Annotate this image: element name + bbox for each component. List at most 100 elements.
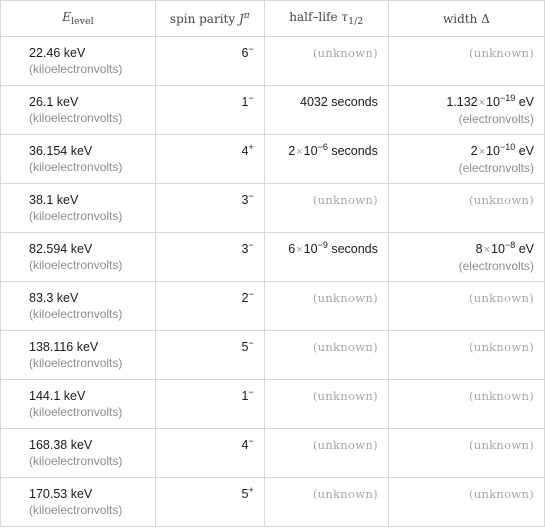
spin-parity-value: 1− — [166, 93, 254, 110]
width-cell: 1.132×10−19 eV (electronvolts) — [387, 85, 545, 135]
half-life-cell: 4032 seconds — [263, 85, 389, 135]
energy-cell: 83.3 keV (kiloelectronvolts) — [0, 281, 156, 331]
width-cell: (unknown) — [387, 183, 545, 233]
times-sign: × — [478, 146, 486, 158]
table-row: 26.1 keV (kiloelectronvolts) 1− 4032 second… — [0, 85, 545, 135]
spin-parity-value: 4− — [166, 436, 254, 453]
spin-parity-cell: 3− — [154, 232, 265, 282]
energy-unit: (kiloelectronvolts) — [29, 307, 123, 321]
header-half-life-label: half–life — [289, 10, 342, 24]
width-cell: 2×10−10 eV (electronvolts) — [387, 134, 545, 184]
spin-parity-cell: 1− — [154, 85, 265, 135]
width-unit: eV — [518, 95, 534, 109]
energy-cell: 36.154 keV (kiloelectronvolts) — [0, 134, 156, 184]
spin-parity-cell: 4+ — [154, 134, 265, 184]
header-width-symbol: Δ — [481, 11, 490, 26]
energy-value: 22.46 keV — [29, 46, 86, 60]
half-life-cell: (unknown) — [263, 330, 389, 380]
spin-parity-cell: 4− — [154, 428, 265, 478]
header-half-life-subscript: 1/2 — [348, 16, 364, 27]
energy-unit: (kiloelectronvolts) — [29, 356, 123, 370]
parity-value: + — [248, 485, 254, 495]
half-life-value: 2×10−6 seconds — [288, 142, 378, 159]
spin-parity-value: 3− — [166, 192, 253, 208]
energy-cell: 170.53 keV (kiloelectronvolts) — [0, 477, 156, 527]
energy-value: 36.154 keV — [29, 144, 93, 158]
table-row: 138.116 keV (kiloelectronvolts) 5− (unknown… — [0, 330, 545, 380]
energy-unit: (kiloelectronvolts) — [29, 503, 123, 517]
half-life-cell: (unknown) — [263, 281, 389, 331]
parity-value: − — [248, 338, 254, 348]
energy-value: 82.594 keV — [29, 242, 93, 256]
energy-value: 138.116 keV — [29, 340, 99, 354]
header-energy-subscript: level — [70, 16, 94, 27]
energy-unit: (kiloelectronvolts) — [29, 454, 123, 468]
times-sign: × — [296, 244, 303, 256]
spin-parity-value: 3− — [166, 240, 254, 257]
width-mantissa: 2 — [470, 144, 478, 158]
width-unit-name: (electronvolts) — [458, 161, 534, 175]
half-life-mantissa: 2 — [288, 144, 296, 158]
width-mantissa: 1.132 — [446, 95, 478, 109]
spin-parity-cell: 5+ — [154, 477, 265, 527]
half-life-unit: seconds — [331, 242, 378, 256]
half-life-cell: (unknown) — [263, 477, 389, 527]
spin-parity-cell: 2− — [154, 281, 265, 331]
unknown-value: (unknown) — [312, 389, 378, 403]
energy-value: 144.1 keV — [29, 389, 86, 403]
half-life-value: 4032 seconds — [300, 95, 378, 109]
parity-value: − — [248, 93, 254, 103]
spin-parity-cell: 1− — [154, 379, 265, 429]
parity-value: − — [248, 436, 254, 446]
parity-value: − — [248, 289, 254, 299]
half-life-value: 6×10−9 seconds — [288, 240, 378, 257]
energy-cell: 26.1 keV (kiloelectronvolts) — [0, 85, 156, 135]
energy-unit: (kiloelectronvolts) — [29, 111, 123, 125]
energy-value: 26.1 keV — [29, 95, 79, 109]
energy-cell: 138.116 keV (kiloelectronvolts) — [0, 330, 156, 380]
width-cell: (unknown) — [387, 330, 545, 380]
spin-parity-value: 5− — [166, 338, 254, 355]
width-value: 2×10−10 eV — [470, 142, 534, 159]
width-cell: (unknown) — [387, 477, 545, 527]
half-life-cell: (unknown) — [263, 379, 389, 429]
unknown-value: (unknown) — [312, 340, 378, 354]
width-unit: eV — [518, 144, 534, 158]
unknown-value: (unknown) — [468, 46, 534, 60]
width-mantissa: 8 — [475, 242, 483, 256]
width-exponent: −10 — [499, 142, 516, 152]
unknown-value: (unknown) — [468, 340, 534, 354]
energy-unit: (kiloelectronvolts) — [29, 405, 123, 419]
energy-unit: (kiloelectronvolts) — [29, 209, 123, 223]
header-spin-parity: spin parity Jπ — [154, 0, 265, 37]
width-cell: (unknown) — [387, 36, 545, 86]
energy-value: 38.1 keV — [29, 193, 79, 207]
header-spin-label: spin parity — [169, 11, 239, 26]
half-life-cell: (unknown) — [263, 183, 389, 233]
unknown-value: (unknown) — [312, 46, 378, 60]
width-exponent: −19 — [499, 93, 516, 103]
unknown-value: (unknown) — [312, 487, 378, 501]
spin-parity-value: 4+ — [166, 143, 253, 159]
header-half-life: half–life τ1/2 — [263, 0, 389, 37]
width-cell: 8×10−8 eV (electronvolts) — [387, 232, 545, 282]
spin-parity-value: 6− — [166, 44, 254, 61]
energy-cell: 168.38 keV (kiloelectronvolts) — [0, 428, 156, 478]
energy-cell: 38.1 keV (kiloelectronvolts) — [0, 183, 156, 233]
energy-cell: 22.46 keV (kiloelectronvolts) — [0, 36, 156, 86]
half-life-cell: (unknown) — [263, 428, 389, 478]
parity-value: − — [248, 240, 254, 250]
parity-value: − — [248, 44, 254, 54]
energy-cell: 82.594 keV (kiloelectronvolts) — [0, 232, 156, 282]
header-energy-symbol: E — [62, 10, 71, 24]
spin-parity-cell: 5− — [154, 330, 265, 380]
half-life-mantissa: 6 — [288, 242, 296, 256]
half-life-exponent: −6 — [317, 142, 328, 152]
table-row: 22.46 keV (kiloelectronvolts) 6− (unknown) (… — [0, 36, 545, 86]
spin-parity-value: 5+ — [166, 485, 254, 502]
width-unit-name: (electronvolts) — [458, 259, 534, 273]
unknown-value: (unknown) — [468, 487, 534, 501]
energy-unit: (kiloelectronvolts) — [29, 258, 123, 272]
table-row: 36.154 keV (kiloelectronvolts) 4+ 2×10−6 se… — [0, 134, 545, 184]
half-life-exponent: −9 — [317, 240, 328, 250]
